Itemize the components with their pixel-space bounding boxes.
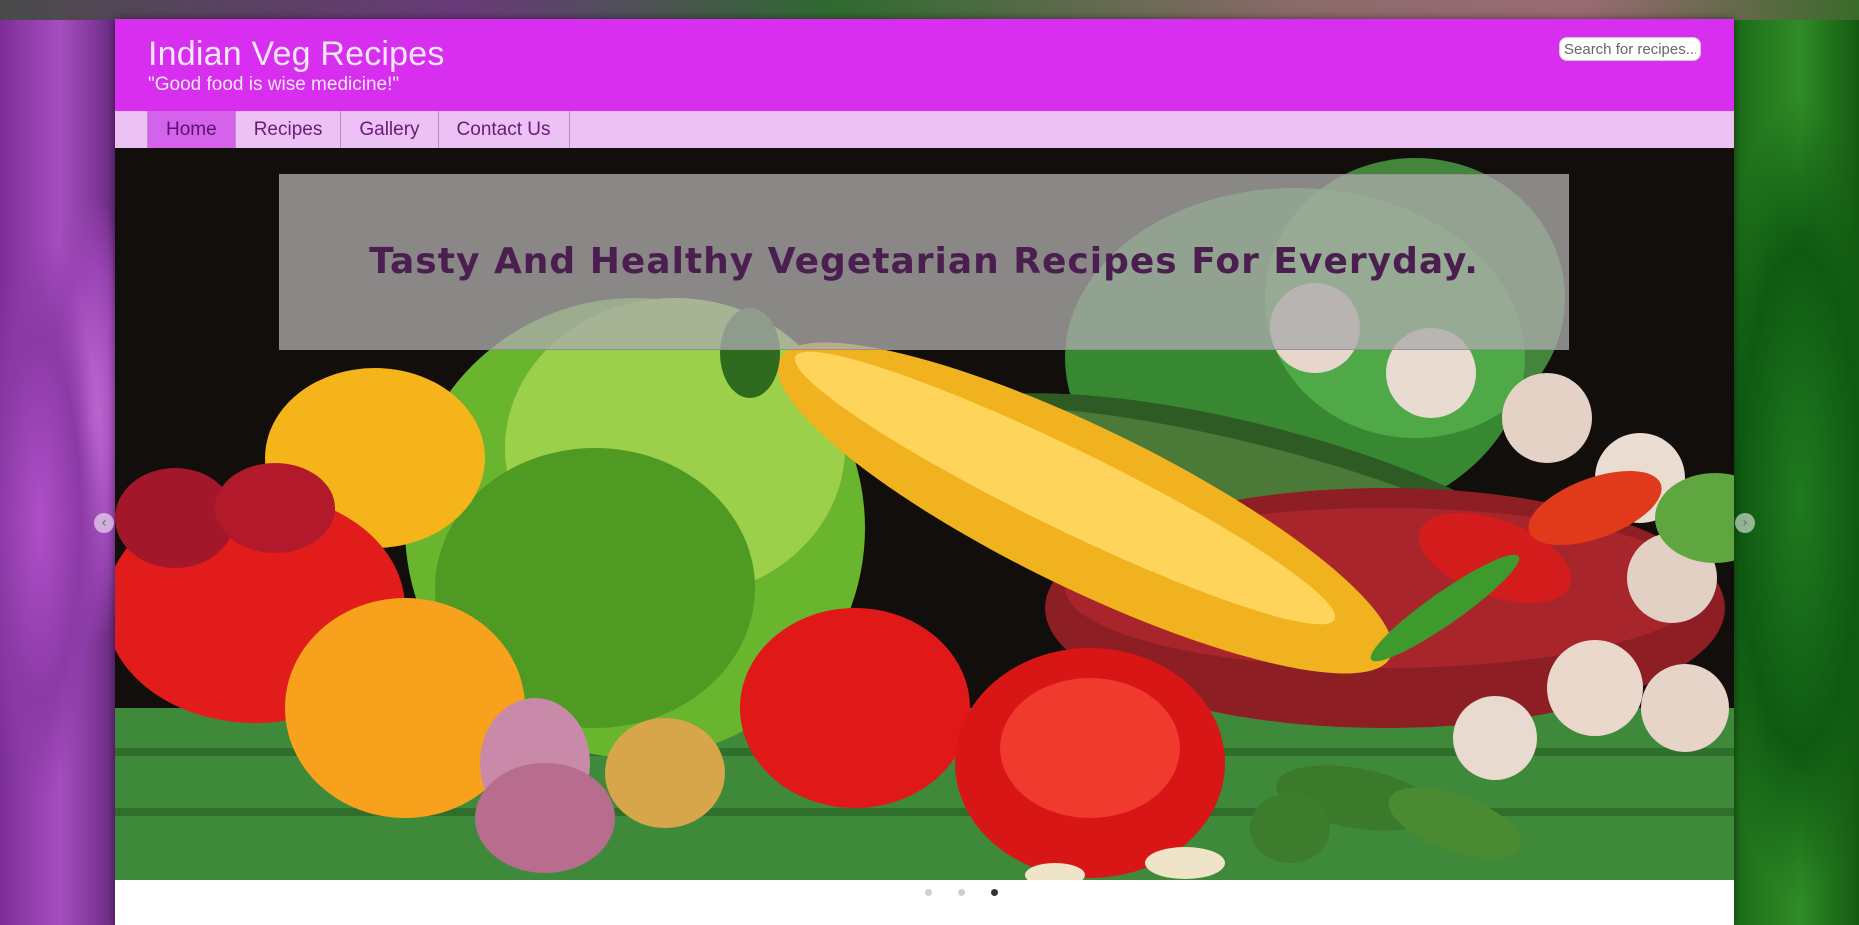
nav-item-home[interactable]: Home: [147, 111, 236, 148]
slider-prev-button[interactable]: ‹: [94, 513, 114, 533]
page-container: Indian Veg Recipes "Good food is wise me…: [94, 19, 1755, 925]
slider-dot-2[interactable]: [958, 889, 965, 896]
nav-item-contact-us[interactable]: Contact Us: [439, 111, 570, 148]
site-header: Indian Veg Recipes "Good food is wise me…: [115, 19, 1734, 111]
nav-item-recipes[interactable]: Recipes: [236, 111, 342, 148]
site-tagline: "Good food is wise medicine!": [148, 74, 400, 95]
slider-next-button[interactable]: ›: [1735, 513, 1755, 533]
image-slider: Tasty And Healthy Vegetarian Recipes For…: [115, 148, 1734, 880]
slider-dot-1[interactable]: [925, 889, 932, 896]
main-nav: Home Recipes Gallery Contact Us: [115, 111, 1734, 149]
search-input[interactable]: [1559, 37, 1701, 61]
nav-list: Home Recipes Gallery Contact Us: [115, 111, 1734, 148]
nav-item-gallery[interactable]: Gallery: [341, 111, 439, 148]
slider-pagination: [115, 889, 1734, 909]
page-background-top: [0, 0, 1859, 20]
chevron-right-icon: ›: [1742, 515, 1748, 531]
chevron-left-icon: ‹: [101, 515, 107, 531]
site-title[interactable]: Indian Veg Recipes: [148, 35, 445, 74]
banner-headline: Tasty And Healthy Vegetarian Recipes For…: [369, 241, 1479, 282]
slider-banner: Tasty And Healthy Vegetarian Recipes For…: [279, 174, 1569, 350]
slider-dot-3[interactable]: [991, 889, 998, 896]
